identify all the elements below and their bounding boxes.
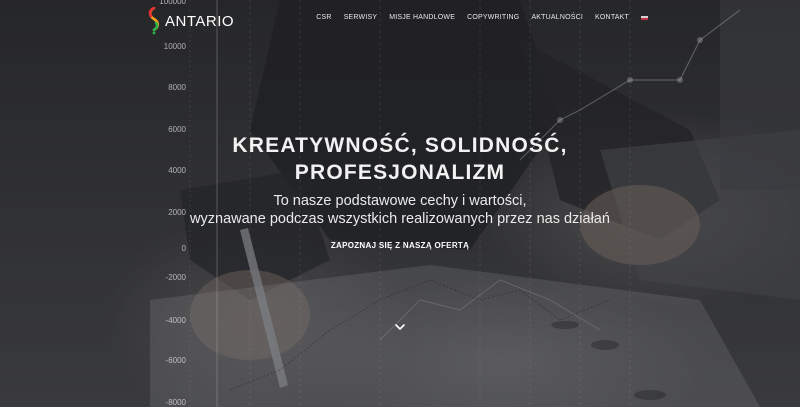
brand-logo[interactable]: ANTARIO xyxy=(146,6,234,36)
nav-item-copywriting[interactable]: COPYWRITING xyxy=(467,14,519,21)
headline-line-1: KREATYWNOŚĆ, SOLIDNOŚĆ, xyxy=(232,134,568,157)
nav-item-misje-handlowe[interactable]: MISJE HANDLOWE xyxy=(389,14,455,21)
chevron-down-icon[interactable] xyxy=(394,322,406,332)
axis-label: -6000 xyxy=(165,356,186,365)
subtitle-line-2: wyznawane podczas wszystkich realizowany… xyxy=(190,211,610,227)
axis-label: 0 xyxy=(181,244,186,253)
axis-label: 6000 xyxy=(168,125,186,134)
subtitle-line-1: To nasze podstawowe cechy i wartości, xyxy=(273,193,527,209)
axis-label: -8000 xyxy=(165,398,186,407)
logo-mark-icon xyxy=(148,7,160,35)
hero-subtitle: To nasze podstawowe cechy i wartości, wy… xyxy=(150,192,650,228)
axis-label: 8000 xyxy=(168,83,186,92)
hero-headline: KREATYWNOŚĆ, SOLIDNOŚĆ, PROFESJONALIZM xyxy=(200,132,600,186)
nav-item-kontakt[interactable]: KONTAKT xyxy=(595,14,629,21)
nav-item-aktualnosci[interactable]: AKTUALNOŚCI xyxy=(531,14,583,21)
headline-line-2: PROFESJONALIZM xyxy=(294,161,506,184)
brand-name: ANTARIO xyxy=(165,12,235,30)
main-nav: CSR SERWISY MISJE HANDLOWE COPYWRITING A… xyxy=(304,14,648,21)
axis-label: 4000 xyxy=(168,166,186,175)
axis-label: -2000 xyxy=(165,273,186,282)
offer-cta-link[interactable]: ZAPOZNAJ SIĘ Z NASZĄ OFERTĄ xyxy=(300,241,500,250)
axis-label: -4000 xyxy=(165,316,186,325)
uk-flag-icon[interactable] xyxy=(641,15,648,20)
axis-label: 10000 xyxy=(163,42,186,51)
nav-item-serwisy[interactable]: SERWISY xyxy=(344,14,378,21)
hero-section: 100000 10000 8000 6000 4000 2000 0 -2000… xyxy=(0,0,800,407)
nav-item-csr[interactable]: CSR xyxy=(316,14,331,21)
